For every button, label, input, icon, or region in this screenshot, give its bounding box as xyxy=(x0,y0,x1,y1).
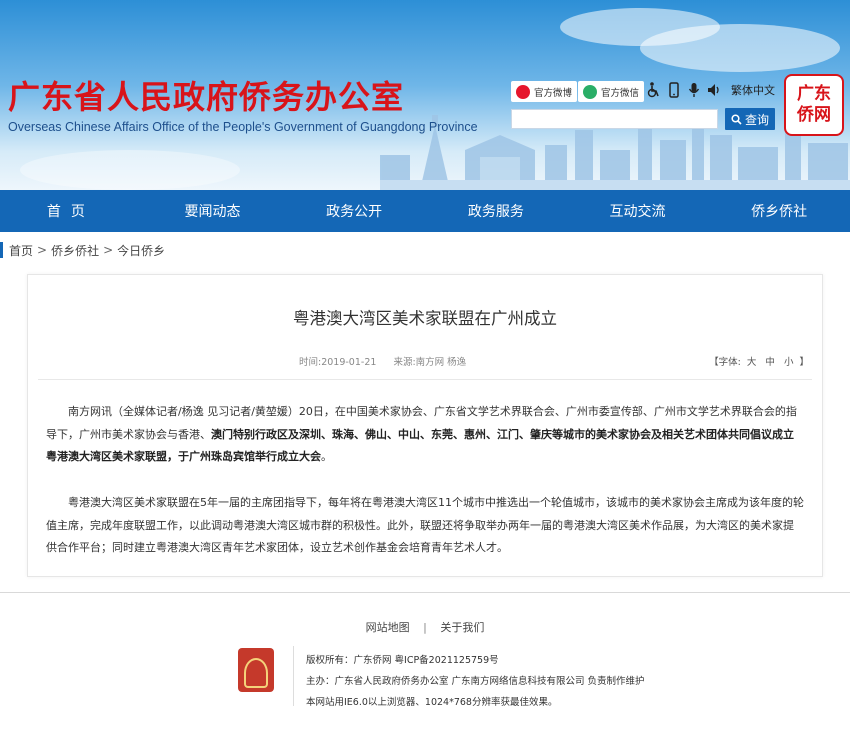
nav-item-government-affairs[interactable]: 政务公开 xyxy=(283,190,425,232)
font-small-button[interactable]: 小 xyxy=(784,357,794,368)
wechat-icon xyxy=(583,84,597,99)
article-meta: 时间:2019-01-21 来源:南方网 杨逸 xyxy=(299,354,480,368)
weibo-label: 官方微博 xyxy=(534,87,573,99)
breadcrumb-hometown[interactable]: 侨乡侨社 xyxy=(51,242,99,259)
search-button-label: 查询 xyxy=(744,112,769,127)
footer-host: 主办：广东省人民政府侨务办公室 广东南方网络信息科技有限公司 负责制作维护 xyxy=(306,676,645,687)
wechat-label: 官方微信 xyxy=(601,87,640,99)
nav-item-home[interactable]: 首页 xyxy=(0,190,142,232)
speaker-icon[interactable] xyxy=(707,80,723,100)
cloud-decoration xyxy=(20,150,240,190)
traditional-chinese-link[interactable]: 繁体中文 xyxy=(731,82,775,98)
sitemap-link[interactable]: 网站地图 xyxy=(366,621,410,634)
nav-item-interaction[interactable]: 互动交流 xyxy=(567,190,709,232)
font-size-label-close: 】 xyxy=(799,357,809,368)
paragraph-1-end: 。 xyxy=(321,450,332,463)
font-medium-button[interactable]: 中 xyxy=(765,357,775,368)
site-title: 广东省人民政府侨务办公室 xyxy=(8,78,405,116)
breadcrumb-marker xyxy=(0,242,3,258)
main-nav: 首页 要闻动态 政务公开 政务服务 互动交流 侨乡侨社 xyxy=(0,190,850,232)
nav-item-hometown[interactable]: 侨乡侨社 xyxy=(708,190,850,232)
breadcrumb: 首页 > 侨乡侨社 > 今日侨乡 xyxy=(0,240,165,260)
footer-links: 网站地图 | 关于我们 xyxy=(0,619,850,635)
about-link[interactable]: 关于我们 xyxy=(440,621,484,634)
breadcrumb-separator: > xyxy=(103,243,114,257)
footer-browser-note: 本网站用IE6.0以上浏览器、1024*768分辨率获最佳效果。 xyxy=(306,697,558,708)
guangdong-qiaowang-logo[interactable]: 广东 侨网 xyxy=(784,74,844,136)
article-divider xyxy=(38,379,812,380)
footer-divider xyxy=(0,592,850,593)
microphone-icon[interactable] xyxy=(686,80,702,100)
article-paragraph-2: 粤港澳大湾区美术家联盟在5年一届的主席团指导下，每年将在粤港澳大湾区11个城市中… xyxy=(46,496,804,554)
mobile-icon[interactable] xyxy=(666,80,682,100)
footer-copyright: 版权所有：广东侨网 粤ICP备2021125759号 xyxy=(306,655,499,666)
nav-item-news[interactable]: 要闻动态 xyxy=(142,190,284,232)
breadcrumb-separator: > xyxy=(37,243,48,257)
cloud-decoration xyxy=(640,24,840,72)
font-large-button[interactable]: 大 xyxy=(747,357,757,368)
breadcrumb-today[interactable]: 今日侨乡 xyxy=(117,242,165,259)
footer-vertical-divider xyxy=(293,646,294,706)
nav-item-services[interactable]: 政务服务 xyxy=(425,190,567,232)
article-panel: 粤港澳大湾区美术家联盟在广州成立 时间:2019-01-21 来源:南方网 杨逸… xyxy=(27,274,823,577)
article-source: 来源:南方网 杨逸 xyxy=(393,357,467,368)
weibo-icon xyxy=(516,84,530,99)
party-government-badge-icon[interactable] xyxy=(238,648,274,692)
search-icon xyxy=(731,113,742,125)
search-button[interactable]: 查询 xyxy=(725,108,775,130)
font-size-label-open: 【字体: xyxy=(709,357,741,368)
article-paragraph-1: 南方网讯（全媒体记者/杨逸 见习记者/黄堃媛）20日，在中国美术家协会、广东省文… xyxy=(46,401,804,469)
breadcrumb-home[interactable]: 首页 xyxy=(9,242,33,259)
search-input[interactable] xyxy=(511,109,718,129)
wechat-button[interactable]: 官方微信 xyxy=(578,81,645,102)
accessibility-icon[interactable] xyxy=(645,80,661,100)
badge-emblem xyxy=(244,658,268,688)
logo-line-2: 侨网 xyxy=(797,105,831,125)
article-title: 粤港澳大湾区美术家联盟在广州成立 xyxy=(293,309,557,328)
weibo-button[interactable]: 官方微博 xyxy=(511,81,578,102)
site-header: 广东省人民政府侨务办公室 Overseas Chinese Affairs Of… xyxy=(0,0,850,190)
footer-link-separator: | xyxy=(423,621,427,634)
logo-line-1: 广东 xyxy=(797,84,831,104)
article-date: 时间:2019-01-21 xyxy=(299,357,377,368)
font-size-control: 【字体: 大 中 小 】 xyxy=(709,354,809,368)
site-subtitle: Overseas Chinese Affairs Office of the P… xyxy=(8,120,478,134)
